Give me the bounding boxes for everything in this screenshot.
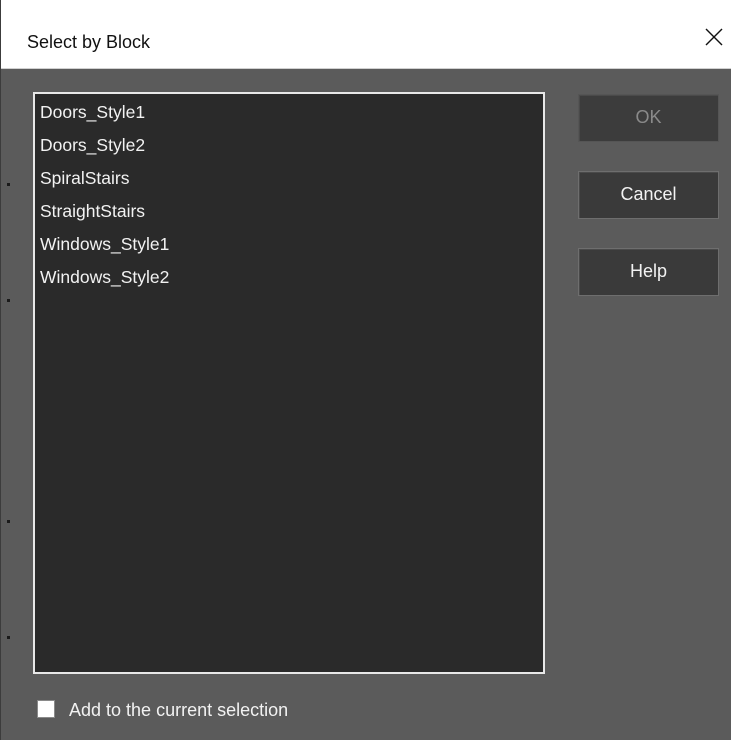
close-icon (705, 28, 723, 46)
list-item[interactable]: Doors_Style2 (40, 134, 145, 156)
list-item[interactable]: StraightStairs (40, 200, 145, 222)
list-item[interactable]: Windows_Style1 (40, 233, 169, 255)
edge-marker (7, 636, 10, 639)
list-item[interactable]: SpiralStairs (40, 167, 129, 189)
dialog-title: Select by Block (27, 32, 151, 52)
list-item[interactable]: Doors_Style1 (40, 101, 145, 123)
cancel-button[interactable]: Cancel (578, 171, 719, 219)
select-by-block-dialog: Select by Block Doors_Style1 Doors_Style… (0, 0, 731, 740)
list-item[interactable]: Windows_Style2 (40, 266, 169, 288)
ok-button[interactable]: OK (578, 94, 719, 142)
edge-marker (7, 299, 10, 302)
close-button[interactable] (696, 18, 731, 58)
add-to-selection-checkbox[interactable] (37, 700, 55, 718)
edge-marker (7, 520, 10, 523)
title-bar[interactable]: Select by Block (1, 0, 731, 69)
help-button[interactable]: Help (578, 248, 719, 296)
edge-marker (7, 183, 10, 186)
block-list[interactable]: Doors_Style1 Doors_Style2 SpiralStairs S… (33, 92, 545, 674)
add-to-selection-label: Add to the current selection (69, 700, 289, 720)
